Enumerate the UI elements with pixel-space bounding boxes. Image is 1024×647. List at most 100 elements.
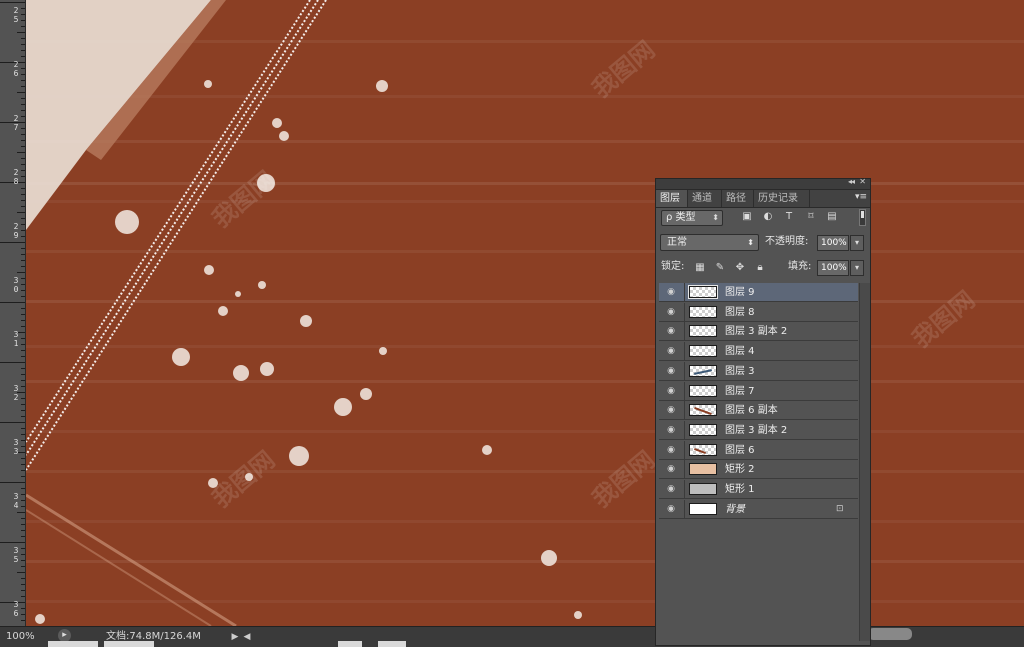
layer-row[interactable]: ◉ 图层 3 副本 2 — [659, 322, 858, 342]
filter-kind-label: ρ 类型 — [666, 212, 696, 223]
adjustment-filter-icon[interactable]: ◐ — [762, 211, 774, 223]
layer-row[interactable]: ◉ 图层 4 — [659, 342, 858, 362]
layer-name[interactable]: 图层 6 — [725, 441, 755, 460]
panel-header-bar[interactable]: ◂◂ ✕ — [656, 177, 870, 190]
layer-row[interactable]: ◉ 图层 3 — [659, 361, 858, 381]
visibility-eye-icon[interactable]: ◉ — [665, 366, 677, 376]
layer-thumbnail[interactable] — [689, 483, 717, 495]
collapse-panel-icon[interactable]: ◂◂ — [848, 177, 855, 186]
layer-name[interactable]: 图层 6 副本 — [725, 401, 778, 420]
tab-paths[interactable]: 路径 — [722, 190, 754, 207]
ruler-tick — [0, 380, 25, 381]
horizontal-scrollbar-thumb[interactable] — [868, 628, 912, 640]
ruler-label: 3 2 — [13, 384, 19, 402]
visibility-eye-icon[interactable]: ◉ — [665, 326, 677, 336]
visibility-eye-icon[interactable]: ◉ — [665, 504, 677, 514]
layer-name[interactable]: 图层 3 副本 2 — [725, 322, 787, 341]
ruler-tick — [0, 566, 25, 567]
filter-kind-select[interactable]: ρ 类型 ⬍ — [661, 210, 723, 226]
fill-dropdown-icon[interactable]: ▾ — [850, 260, 864, 276]
layer-thumbnail[interactable] — [689, 305, 717, 318]
shape-filter-icon[interactable]: ⌑ — [805, 211, 817, 223]
close-panel-icon[interactable]: ✕ — [859, 177, 866, 186]
ruler-tick — [0, 428, 25, 429]
layer-name[interactable]: 图层 9 — [725, 283, 755, 302]
ruler-tick — [0, 92, 25, 93]
ruler-tick — [0, 308, 25, 309]
layer-name[interactable]: 矩形 1 — [725, 480, 755, 499]
layer-row[interactable]: ◉ 图层 6 副本 — [659, 401, 858, 421]
zoom-level[interactable]: 100% — [6, 630, 46, 644]
visibility-eye-icon[interactable]: ◉ — [665, 484, 677, 494]
visibility-eye-icon[interactable]: ◉ — [665, 307, 677, 317]
row-divider — [684, 401, 685, 421]
text-filter-icon[interactable]: T — [783, 211, 795, 223]
paint-spot — [272, 118, 282, 128]
layer-row[interactable]: ◉ 背景 ⊡ — [659, 499, 858, 519]
layer-row[interactable]: ◉ 图层 7 — [659, 381, 858, 401]
layer-thumbnail[interactable] — [689, 404, 717, 417]
layer-thumbnail[interactable] — [689, 345, 717, 358]
layer-thumbnail[interactable] — [689, 423, 717, 436]
filter-toggle[interactable] — [859, 209, 866, 226]
layer-row[interactable]: ◉ 图层 8 — [659, 302, 858, 322]
layer-thumbnail[interactable] — [689, 384, 717, 397]
ruler-tick — [0, 416, 25, 417]
canvas-streak — [26, 95, 1024, 98]
layer-name[interactable]: 背景 — [725, 500, 745, 519]
blend-mode-select[interactable]: 正常 ⬍ — [660, 234, 759, 251]
visibility-eye-icon[interactable]: ◉ — [665, 287, 677, 297]
layer-name[interactable]: 图层 3 — [725, 362, 755, 381]
visibility-eye-icon[interactable]: ◉ — [665, 405, 677, 415]
visibility-eye-icon[interactable]: ◉ — [665, 445, 677, 455]
visibility-eye-icon[interactable]: ◉ — [665, 425, 677, 435]
layer-row[interactable]: ◉ 图层 6 — [659, 440, 858, 460]
layer-name[interactable]: 图层 4 — [725, 342, 755, 361]
paint-spot — [376, 80, 388, 92]
opacity-input[interactable]: 100% — [817, 235, 849, 251]
status-menu-arrow-icon[interactable]: ▶ — [230, 630, 240, 644]
fill-input[interactable]: 100% — [817, 260, 849, 276]
paint-spot — [260, 362, 274, 376]
visibility-eye-icon[interactable]: ◉ — [665, 464, 677, 474]
layer-row[interactable]: ◉ 矩形 1 — [659, 480, 858, 499]
opacity-dropdown-icon[interactable]: ▾ — [850, 235, 864, 251]
ruler-label: 3 0 — [13, 276, 19, 294]
ruler-tick — [0, 362, 25, 363]
ruler-tick — [0, 194, 25, 195]
scroll-left-icon[interactable]: ◀ — [242, 630, 252, 644]
layer-thumbnail[interactable] — [688, 285, 718, 299]
ruler-tick — [0, 200, 25, 201]
paint-spot — [235, 291, 241, 297]
lock-transparency-icon[interactable]: ▦ — [694, 262, 706, 274]
layer-thumbnail[interactable] — [689, 364, 717, 377]
smart-object-filter-icon[interactable]: ▤ — [826, 211, 838, 223]
layer-name[interactable]: 图层 7 — [725, 382, 755, 401]
image-filter-icon[interactable]: ▣ — [741, 211, 753, 223]
layer-name[interactable]: 矩形 2 — [725, 460, 755, 479]
ruler-tick — [0, 26, 25, 27]
visibility-eye-icon[interactable]: ◉ — [665, 386, 677, 396]
lock-brush-icon[interactable]: ✎ — [714, 262, 726, 274]
layer-thumbnail[interactable] — [689, 325, 717, 338]
layer-name[interactable]: 图层 8 — [725, 303, 755, 322]
visibility-eye-icon[interactable]: ◉ — [665, 346, 677, 356]
document-canvas[interactable]: 我图网 我图网 我图网 我图网 我图网 — [26, 0, 1024, 626]
layer-list-scrollbar[interactable] — [859, 283, 870, 641]
layer-row[interactable]: ◉ 矩形 2 — [659, 460, 858, 480]
layer-row[interactable]: ◉ 图层 9 — [659, 283, 858, 302]
canvas-streak — [26, 600, 1024, 603]
vertical-ruler[interactable]: 2 5 2 6 2 7 2 8 2 9 3 0 3 1 3 2 3 3 3 4 3 5 3 6 — [0, 0, 26, 626]
layer-thumbnail[interactable] — [689, 443, 717, 456]
layer-thumbnail[interactable] — [689, 502, 717, 515]
ruler-tick — [0, 134, 25, 135]
layer-name[interactable]: 图层 3 副本 2 — [725, 421, 787, 440]
layer-thumbnail[interactable] — [689, 463, 717, 476]
layer-row[interactable]: ◉ 图层 3 副本 2 — [659, 420, 858, 440]
lock-move-icon[interactable]: ✥ — [734, 262, 746, 274]
tab-channels[interactable]: 通道 — [688, 190, 722, 207]
lock-all-icon[interactable]: 🔒︎ — [754, 262, 766, 274]
tab-history[interactable]: 历史记录 — [754, 190, 810, 207]
tab-layers[interactable]: 图层 — [656, 190, 688, 207]
panel-menu-icon[interactable]: ▾≡ — [855, 192, 867, 202]
